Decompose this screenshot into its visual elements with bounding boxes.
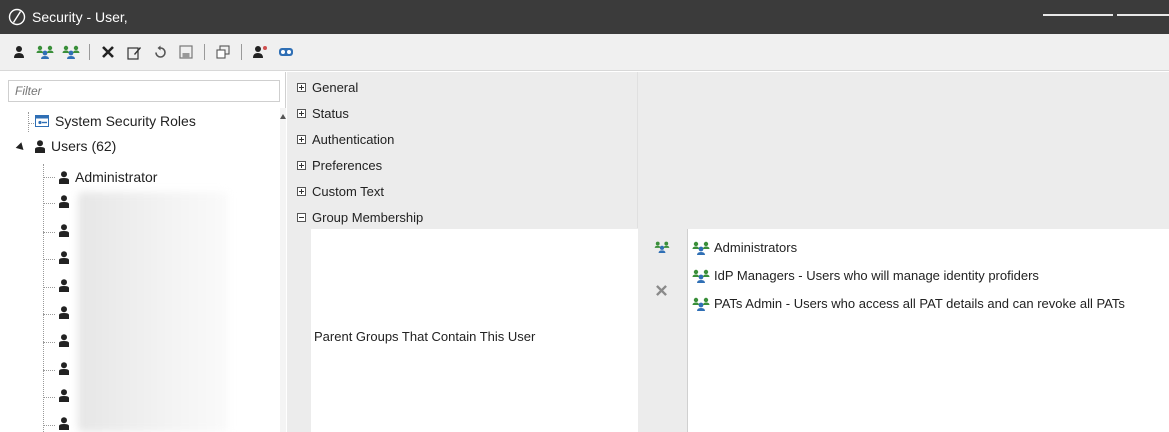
tree-item-label: System Security Roles [55,113,196,129]
toolbar-separator [89,44,90,60]
section-label: Custom Text [312,184,385,199]
toolbar-separator [241,44,242,60]
refresh-icon[interactable] [149,41,171,63]
user-details-panel: General Status Authentication Preference… [287,72,1169,432]
group-list-item[interactable]: Administrators [692,240,797,255]
user-icon [59,389,69,402]
section-label: Preferences [312,158,383,173]
user-icon [59,251,69,264]
section-status[interactable]: Status [297,106,349,121]
user-tree: System Security Roles Users (62) Adminis… [0,108,280,432]
group-membership-actions [640,229,685,432]
parent-groups-label: Parent Groups That Contain This User [314,329,536,344]
section-preferences[interactable]: Preferences [297,158,382,173]
tree-item-user[interactable] [59,417,69,430]
window-title: Security - User, [32,9,128,25]
user-icon[interactable] [8,41,30,63]
tree-connector [43,342,55,343]
scroll-up-arrow[interactable] [280,114,286,119]
user-icon [59,170,69,184]
window-controls[interactable] [1043,14,1169,16]
user-badge-icon[interactable] [249,41,271,63]
group-membership-label-cell: Parent Groups That Contain This User [311,229,638,432]
tree-connector [43,203,55,204]
group-icon[interactable] [34,41,56,63]
section-group-membership[interactable]: Group Membership [297,210,423,225]
tree-item-system-security-roles[interactable]: System Security Roles [35,113,196,129]
tree-connector [43,397,55,398]
tree-item-user[interactable] [59,224,69,237]
section-label: Status [312,106,349,121]
role-icon[interactable] [275,41,297,63]
user-tree-panel: System Security Roles Users (62) Adminis… [0,72,286,432]
tree-connector [28,112,29,132]
expand-icon [297,109,306,118]
edit-icon[interactable] [123,41,145,63]
section-label: Group Membership [312,210,424,225]
delete-icon[interactable] [97,41,119,63]
title-bar: Security - User, [0,0,1169,34]
tree-connector [43,425,55,426]
tree-item-user[interactable] [59,389,69,402]
group-name: Administrators [714,240,798,255]
window-icon[interactable] [212,41,234,63]
remove-group-icon[interactable] [656,284,667,299]
user-icon [59,195,69,208]
toolbar [0,34,1169,71]
tree-item-label: Administrator [75,169,158,185]
expand-icon [297,161,306,170]
tree-item-user[interactable] [59,362,69,375]
filter-input[interactable] [8,80,280,102]
section-custom-text[interactable]: Custom Text [297,184,384,199]
expand-icon [297,135,306,144]
group-add-icon[interactable] [60,41,82,63]
tree-item-user[interactable] [59,279,69,292]
user-icon [59,362,69,375]
group-name: IdP Managers - Users who will manage ide… [714,268,1039,283]
tree-connector [43,259,55,260]
user-icon [59,334,69,347]
section-general[interactable]: General [297,80,358,95]
user-icon [59,279,69,292]
collapse-icon [297,213,306,222]
tree-item-administrator[interactable]: Administrator [59,169,157,185]
tree-connector [43,232,55,233]
user-icon [59,417,69,430]
group-list-item[interactable]: PATs Admin - Users who access all PAT de… [692,296,1125,311]
user-icon [35,139,45,153]
tree-connector [43,287,55,288]
tree-connector [43,370,55,371]
group-name: PATs Admin - Users who access all PAT de… [714,296,1125,311]
parent-groups-list[interactable]: Administrators IdP Managers - Users who … [687,229,1169,432]
user-icon [59,224,69,237]
security-roles-icon [35,115,49,127]
toolbar-separator [204,44,205,60]
section-label: General [312,80,359,95]
column-divider [637,72,638,228]
section-authentication[interactable]: Authentication [297,132,394,147]
tree-item-user[interactable] [59,195,69,208]
add-group-icon[interactable] [654,241,670,256]
collapse-arrow-icon[interactable] [15,142,27,153]
group-icon [692,269,710,283]
group-list-item[interactable]: IdP Managers - Users who will manage ide… [692,268,1039,283]
group-icon [692,241,710,255]
tree-scrollbar[interactable] [280,108,286,432]
save-icon[interactable] [175,41,197,63]
tree-connector [43,164,44,432]
tree-item-user[interactable] [59,334,69,347]
expand-icon [297,187,306,196]
app-logo-icon [8,8,26,26]
section-label: Authentication [312,132,395,147]
tree-connector [43,314,55,315]
group-icon [692,297,710,311]
tree-item-user[interactable] [59,251,69,264]
tree-item-label: Users (62) [51,138,117,154]
tree-item-user[interactable] [59,306,69,319]
user-icon [59,306,69,319]
expand-icon [297,83,306,92]
tree-item-users[interactable]: Users (62) [35,138,116,154]
redacted-user-names [78,192,228,432]
tree-connector [43,177,55,178]
